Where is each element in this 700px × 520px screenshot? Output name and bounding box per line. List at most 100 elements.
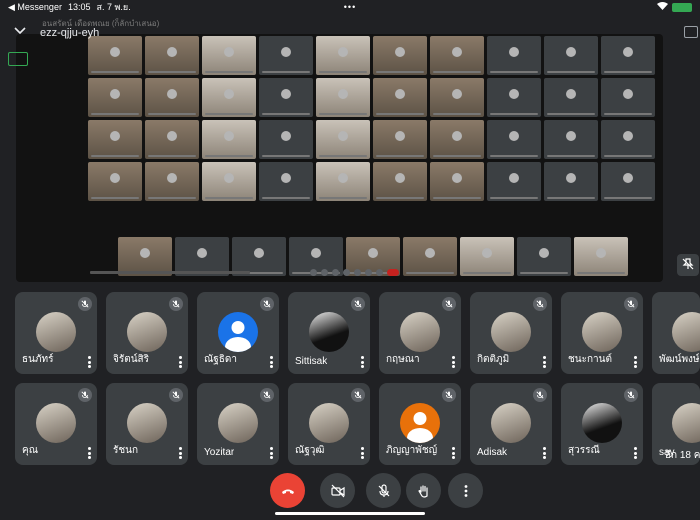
more-vert-icon[interactable] — [633, 356, 637, 368]
shared-screen-thumbnail — [373, 162, 427, 201]
more-vert-icon[interactable] — [451, 356, 455, 368]
more-vert-icon[interactable] — [269, 447, 273, 459]
more-vert-icon[interactable] — [360, 447, 364, 459]
shared-screen-thumbnail — [430, 78, 484, 117]
participant-tile[interactable]: จิรัตน์สิริ — [106, 292, 188, 374]
shared-screen-thumbnail — [145, 162, 199, 201]
shared-screen-thumbnail — [202, 162, 256, 201]
end-call-button[interactable] — [270, 473, 305, 508]
shared-screen-thumbnail — [430, 120, 484, 159]
shared-screen-thumbnail — [145, 78, 199, 117]
call-controls — [0, 473, 700, 509]
more-options-button[interactable] — [448, 473, 483, 508]
participant-name: ณัฐธิดา — [204, 354, 238, 365]
participant-tile[interactable]: กิตติภูมิ — [470, 292, 552, 374]
participant-tile[interactable]: คุณ — [15, 383, 97, 465]
more-vert-icon[interactable] — [633, 447, 637, 459]
participant-tile[interactable]: ชนะกานต์ — [561, 292, 643, 374]
unpin-button[interactable] — [677, 254, 699, 276]
shared-screen-thumbnail — [601, 78, 655, 117]
wifi-icon — [657, 2, 668, 12]
participant-tile[interactable]: ณัฐธิดา — [197, 292, 279, 374]
shared-screen-thumbnail — [544, 120, 598, 159]
more-vert-icon[interactable] — [178, 447, 182, 459]
end-call-icon — [281, 489, 294, 494]
shared-screen-thumbnail — [487, 162, 541, 201]
more-vert-icon[interactable] — [360, 356, 364, 368]
chevron-down-icon[interactable] — [14, 26, 28, 38]
avatar — [582, 403, 622, 443]
meeting-code[interactable]: ezz-qjju-eyh — [40, 27, 99, 39]
mic-off-icon — [78, 297, 92, 311]
participant-tile[interactable]: Adisak — [470, 383, 552, 465]
clock: 13:05 — [67, 2, 91, 12]
shared-screen-thumbnail — [544, 78, 598, 117]
shared-screen-thumbnail — [88, 78, 142, 117]
shared-screen-thumbnail — [373, 78, 427, 117]
participant-tile[interactable]: พัฒน์พงษ์ — [652, 292, 700, 374]
shared-screen-thumbnail — [202, 78, 256, 117]
participant-name: ชนะกานต์ — [568, 354, 612, 365]
camera-toggle-button[interactable] — [320, 473, 355, 508]
camera-off-icon — [330, 484, 345, 497]
avatar — [127, 312, 167, 352]
shared-screen-grid — [88, 36, 660, 201]
participant-tile[interactable]: รัชนก — [106, 383, 188, 465]
avatar — [491, 403, 531, 443]
more-vert-icon[interactable] — [269, 356, 273, 368]
mic-off-icon — [442, 388, 456, 402]
mic-off-icon — [169, 388, 183, 402]
participant-tile[interactable]: Sittisak — [288, 292, 370, 374]
camera-switch-icon[interactable] — [684, 26, 698, 38]
participant-name: ธนภัทร์ — [22, 354, 54, 365]
home-indicator — [275, 512, 425, 515]
mic-off-icon — [260, 388, 274, 402]
shared-screen-thumbnail — [202, 120, 256, 159]
avatar — [127, 403, 167, 443]
more-vert-icon[interactable] — [542, 447, 546, 459]
participant-name: ภิญญาพัชญ์ — [386, 445, 438, 456]
more-vert-icon[interactable] — [178, 356, 182, 368]
shared-screen-thumbnail — [259, 78, 313, 117]
mic-off-icon — [351, 297, 365, 311]
more-vert-icon[interactable] — [87, 447, 91, 459]
participant-tile[interactable]: กฤษณา — [379, 292, 461, 374]
date: ส. 7 พ.ย. — [96, 2, 131, 12]
shared-screen — [16, 34, 663, 282]
multitask-dots-icon[interactable]: ••• — [344, 2, 356, 12]
participant-name: คุณ — [22, 445, 38, 456]
avatar — [309, 403, 349, 443]
mic-off-icon — [533, 388, 547, 402]
back-to-app-link[interactable]: ◀ Messenger — [8, 2, 62, 13]
participant-name: Yozitar — [204, 447, 235, 458]
participant-tile[interactable]: สุวรรณี — [561, 383, 643, 465]
participant-tile[interactable]: ภิญญาพัชญ์ — [379, 383, 461, 465]
participant-name: กฤษณา — [386, 354, 420, 365]
participant-name: สุวรรณี — [568, 445, 600, 456]
shared-screen-thumbnail — [316, 162, 370, 201]
participant-tile[interactable]: Yozitar — [197, 383, 279, 465]
overflow-participants-label[interactable]: อีก 18 คน — [665, 448, 700, 463]
more-vert-icon[interactable] — [87, 356, 91, 368]
shared-screen-thumbnail — [88, 120, 142, 159]
mic-off-icon — [351, 388, 365, 402]
screen-share-icon[interactable] — [8, 52, 28, 66]
more-vert-icon[interactable] — [542, 356, 546, 368]
more-vert-icon — [464, 484, 467, 497]
avatar — [400, 312, 440, 352]
shared-screen-control-bar — [90, 266, 660, 278]
participant-name: รัชนก — [113, 445, 139, 456]
avatar — [36, 312, 76, 352]
participant-tile[interactable]: ธนภัทร์ — [15, 292, 97, 374]
unpin-icon — [682, 257, 694, 273]
shared-screen-thumbnail — [601, 120, 655, 159]
participant-tile[interactable]: ณัฐวุฒิ — [288, 383, 370, 465]
avatar — [309, 312, 349, 352]
mic-toggle-button[interactable] — [366, 473, 401, 508]
mic-off-icon — [533, 297, 547, 311]
shared-screen-thumbnail — [487, 78, 541, 117]
raise-hand-button[interactable] — [406, 473, 441, 508]
participant-name: ณัฐวุฒิ — [295, 445, 325, 456]
more-vert-icon[interactable] — [451, 447, 455, 459]
shared-screen-caption — [90, 270, 250, 274]
